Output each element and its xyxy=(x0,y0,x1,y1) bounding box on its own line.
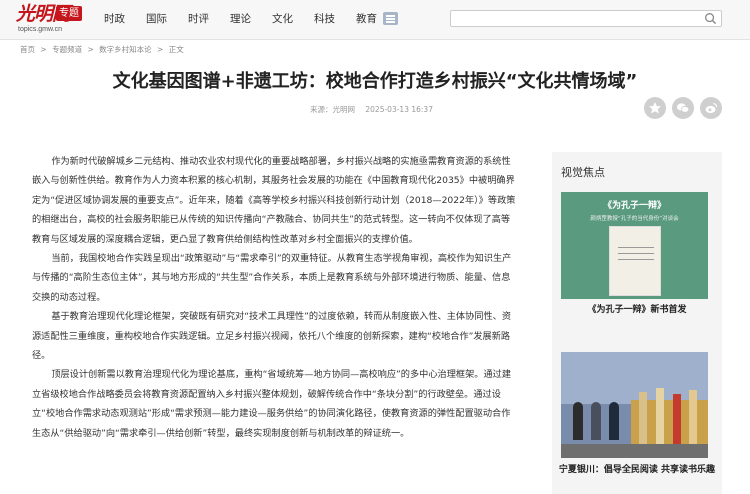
focus-image-reading-event[interactable] xyxy=(561,352,708,458)
focus-caption-reading-event[interactable]: 宁夏银川：倡导全民阅读 共享读书乐趣 xyxy=(552,464,722,477)
nav-item-lilun[interactable]: 理论 xyxy=(230,11,251,26)
sidebar-title: 视觉焦点 xyxy=(561,166,605,179)
article-title: 文化基因图谱+非遗工坊：校地合作打造乡村振兴“文化共情场域” xyxy=(112,71,638,92)
article-body: 作为新时代破解城乡二元结构、推动农业农村现代化的重要战略部署，乡村振兴战略的实施… xyxy=(32,152,518,443)
menu-icon[interactable] xyxy=(383,12,398,25)
article-meta: 来源：光明网 2025-03-13 16:37 xyxy=(310,104,441,115)
nav-item-wenhua[interactable]: 文化 xyxy=(272,11,293,26)
breadcrumb-topics[interactable]: 专题频道 xyxy=(52,45,82,54)
star-icon xyxy=(649,102,661,114)
focus-image-book-launch[interactable]: 《为孔子一辩》 颜炳罡教授“孔子的当代身份”对谈会 xyxy=(561,192,708,299)
top-navigation-bar: 光明网 专题 topics.gmw.cn 时政 国际 时评 理论 文化 科技 教… xyxy=(0,0,750,40)
logo-tag: 专题 xyxy=(56,6,82,21)
article-paragraph: 当前，我国校地合作实践呈现出“政策驱动”与“需求牵引”的双重特征。从教育生态学视… xyxy=(32,253,512,303)
article-source: 来源：光明网 xyxy=(310,105,355,114)
wechat-icon xyxy=(677,103,690,113)
logo-domain: topics.gmw.cn xyxy=(18,26,62,33)
nav-item-guoji[interactable]: 国际 xyxy=(146,11,167,26)
search-icon[interactable] xyxy=(704,12,717,25)
nav-item-shiping[interactable]: 时评 xyxy=(188,11,209,26)
breadcrumb-sep: > xyxy=(87,45,94,54)
book-banner-title: 《为孔子一辩》 xyxy=(602,201,666,211)
weibo-icon xyxy=(705,102,718,114)
article-paragraph: 基于教育治理现代化理论框架，突破既有研究对“技术工具理性”的过度依赖，转而从制度… xyxy=(32,311,512,362)
share-wechat-button[interactable] xyxy=(672,97,694,119)
article-paragraph: 作为新时代破解城乡二元结构、推动农业农村现代化的重要战略部署，乡村振兴战略的实施… xyxy=(32,156,516,245)
share-weibo-button[interactable] xyxy=(700,97,722,119)
breadcrumb-home[interactable]: 首页 xyxy=(20,45,35,54)
search-input[interactable] xyxy=(450,10,722,27)
main-nav: 时政 国际 时评 理论 文化 科技 教育 xyxy=(104,0,398,36)
breadcrumb-section[interactable]: 数字乡村知本论 xyxy=(99,45,152,54)
breadcrumb-sep: > xyxy=(40,45,47,54)
nav-item-shizheng[interactable]: 时政 xyxy=(104,11,125,26)
share-favorite-button[interactable] xyxy=(644,97,666,119)
article-paragraph: 顶层设计创新需以教育治理现代化为理论基底，重构“省域统筹—地方协同—高校响应”的… xyxy=(32,369,512,439)
nav-item-jiaoyu[interactable]: 教育 xyxy=(356,11,377,26)
visual-focus-sidebar: 视觉焦点 《为孔子一辩》 颜炳罡教授“孔子的当代身份”对谈会 《为孔子一辩》新书… xyxy=(552,152,722,494)
book-banner-subtitle: 颜炳罡教授“孔子的当代身份”对谈会 xyxy=(590,216,679,222)
nav-item-keji[interactable]: 科技 xyxy=(314,11,335,26)
breadcrumb: 首页 > 专题频道 > 数字乡村知本论 > 正文 xyxy=(20,44,187,55)
book-cover-image xyxy=(609,226,661,296)
article-date: 2025-03-13 16:37 xyxy=(365,105,433,114)
breadcrumb-sep: > xyxy=(157,45,164,54)
site-logo[interactable]: 光明网 专题 topics.gmw.cn xyxy=(16,3,86,37)
focus-caption-book-launch[interactable]: 《为孔子一辩》新书首发 xyxy=(552,304,722,317)
breadcrumb-current: 正文 xyxy=(168,45,184,54)
